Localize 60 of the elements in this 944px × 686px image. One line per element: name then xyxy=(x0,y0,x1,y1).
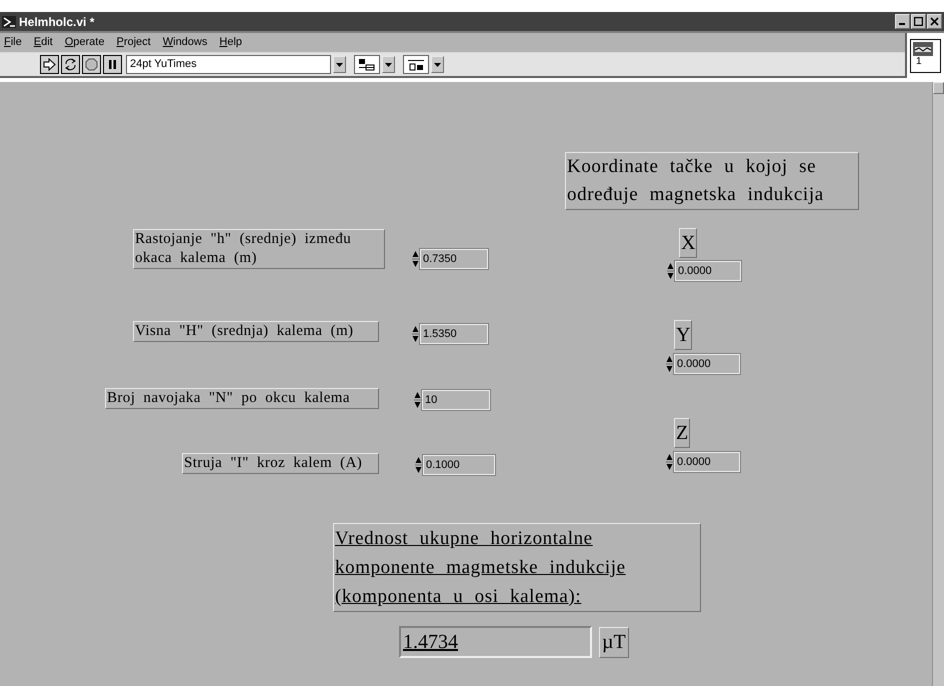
numeric-field[interactable]: 10 xyxy=(422,390,490,410)
spinner-arrows-icon[interactable] xyxy=(666,452,673,472)
dropdown-arrow-button[interactable] xyxy=(431,56,444,73)
spinner-arrows-icon[interactable] xyxy=(414,390,421,410)
run-arrow-button[interactable] xyxy=(40,55,59,74)
spinner-arrows-icon[interactable] xyxy=(415,455,422,475)
abort-button[interactable] xyxy=(82,55,101,74)
coordinates-label: Koordinate tačke u kojoj se određuje magnetska indukcija xyxy=(565,152,859,210)
waveform-icon xyxy=(913,42,933,56)
control-label: Broj navojaka "N" po okcu kalema xyxy=(105,388,379,409)
spinner-arrows-icon[interactable] xyxy=(667,261,674,281)
menu-item[interactable]: Project xyxy=(116,34,151,51)
distribute-objects-button[interactable] xyxy=(403,55,429,74)
pause-icon xyxy=(106,58,119,71)
align-icon xyxy=(358,58,376,70)
run-arrow-icon xyxy=(43,58,56,71)
caret-icon xyxy=(434,62,441,66)
maximize-icon xyxy=(914,17,923,26)
spinner-arrows-icon[interactable] xyxy=(412,324,419,344)
continuous-run-icon xyxy=(64,58,77,71)
axis-label: Z xyxy=(674,418,690,448)
menu-item[interactable]: File xyxy=(4,34,22,51)
spinner-arrows-icon[interactable] xyxy=(666,354,673,374)
axis-label: X xyxy=(679,228,698,258)
numeric-field[interactable]: 1.5350 xyxy=(420,324,488,344)
menu-item[interactable]: Help xyxy=(219,34,242,51)
align-objects-button[interactable] xyxy=(354,55,380,74)
font-dropdown[interactable]: 24pt YuTimes xyxy=(126,55,331,74)
close-icon xyxy=(930,17,939,26)
distribute-icon xyxy=(407,58,425,70)
menu-item[interactable]: Operate xyxy=(64,34,104,51)
axis-label: Y xyxy=(674,320,692,350)
spinner-arrows-icon[interactable] xyxy=(412,249,419,269)
vi-icon-number: 1 xyxy=(915,56,922,68)
dropdown-arrow-button[interactable] xyxy=(382,56,395,73)
result-label: Vrednost ukupne horizontalne komponente magmetske indukcije (komponenta u osi kalema): xyxy=(333,523,701,612)
vi-icon[interactable]: 1 xyxy=(910,38,941,72)
unit-label: µT xyxy=(599,627,629,658)
window-title: Helmholc.vi * xyxy=(19,14,94,30)
close-button[interactable] xyxy=(927,14,942,29)
minimize-button[interactable] xyxy=(895,14,910,29)
dropdown-arrow-button[interactable] xyxy=(333,56,346,73)
menu-item[interactable]: Edit xyxy=(34,34,53,51)
numeric-field[interactable]: 0.1000 xyxy=(423,455,495,475)
numeric-field[interactable]: 0.0000 xyxy=(674,452,740,472)
caret-icon xyxy=(385,62,392,66)
control-label: Visna "H" (srednja) kalema (m) xyxy=(133,321,379,342)
menu-item[interactable]: Windows xyxy=(162,34,208,51)
pause-button[interactable] xyxy=(103,55,122,74)
control-label: Struja "I" kroz kalem (A) xyxy=(182,453,379,474)
numeric-field[interactable]: 0.0000 xyxy=(674,354,740,374)
maximize-button[interactable] xyxy=(911,14,926,29)
control-label: Rastojanje "h" (srednje) između okaca kalema (m) xyxy=(133,229,385,269)
result-indicator: 1.4734 xyxy=(399,626,592,658)
continuous-run-button[interactable] xyxy=(61,55,80,74)
app-icon xyxy=(2,16,16,28)
caret-icon xyxy=(336,62,343,66)
numeric-field[interactable]: 0.7350 xyxy=(420,249,488,269)
numeric-field[interactable]: 0.0000 xyxy=(675,261,741,281)
abort-icon xyxy=(85,58,98,71)
